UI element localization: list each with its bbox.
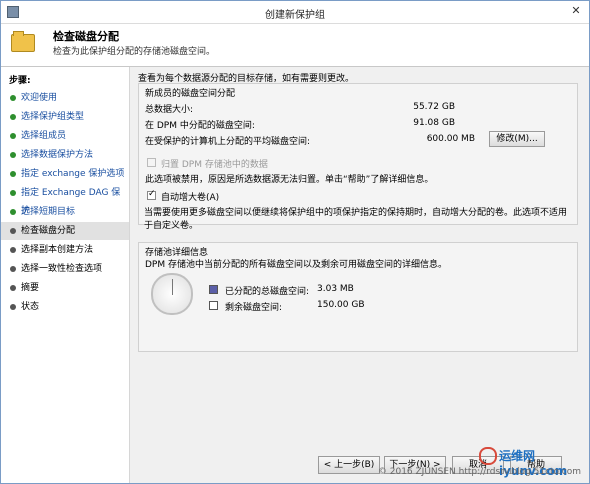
step-exchange-dag[interactable]: 指定 Exchange DAG 保护 [1, 184, 129, 216]
dpm-allocated-label: 在 DPM 中分配的磁盘空间: [145, 121, 255, 131]
step-done-icon [10, 152, 16, 158]
remaining-value: 150.00 GB [317, 300, 365, 310]
step-done-icon [10, 133, 16, 139]
step-group-type[interactable]: 选择保护组类型 [1, 108, 129, 126]
site-logo: 运维网 iyunv.com [479, 447, 569, 478]
autogrow-note: 当需要使用更多磁盘空间以便继续将保护组中的项保护指定的保持期时，自动增大分配的卷… [144, 205, 584, 231]
step-welcome[interactable]: 欢迎使用 [1, 89, 129, 107]
avg-protected-value: 600.00 MB [426, 134, 475, 144]
step-protection-method[interactable]: 选择数据保护方法 [1, 146, 129, 164]
colocate-note: 此选项被禁用，原因是所选数据源无法归置。单击“帮助”了解详细信息。 [145, 175, 434, 185]
close-icon[interactable]: ✕ [567, 3, 585, 19]
step-pending-icon [10, 266, 16, 272]
step-consistency-check: 选择一致性检查选项 [1, 260, 129, 278]
step-done-icon [10, 190, 16, 196]
page-subtitle: 检查为此保护组分配的存储池磁盘空间。 [53, 47, 216, 57]
steps-title: 步骤: [9, 76, 31, 86]
colocate-checkbox [147, 158, 156, 167]
wizard-header: 检查磁盘分配 检查为此保护组分配的存储池磁盘空间。 [1, 24, 589, 67]
allocation-group: 新成员的磁盘空间分配 总数据大小: 55.72 GB 在 DPM 中分配的磁盘空… [138, 83, 578, 225]
allocated-value: 3.03 MB [317, 284, 354, 294]
step-done-icon [10, 95, 16, 101]
total-data-label: 总数据大小: [145, 105, 194, 115]
step-pending-icon [10, 285, 16, 291]
step-short-term-goals[interactable]: 选择短期目标 [1, 203, 129, 221]
storage-pool-group: 存储池详细信息 DPM 存储池中当前分配的所有磁盘空间以及剩余可用磁盘空间的详细… [138, 242, 578, 352]
colocate-label: 归置 DPM 存储池中的数据 [161, 160, 268, 170]
step-done-icon [10, 171, 16, 177]
folder-icon [11, 31, 35, 52]
remaining-label: 剩余磁盘空间: [225, 303, 283, 313]
allocated-label: 已分配的总磁盘空间: [225, 287, 310, 297]
step-done-icon [10, 114, 16, 120]
window-title: 创建新保护组 [265, 10, 325, 21]
autogrow-checkbox[interactable] [147, 189, 156, 200]
step-group-members[interactable]: 选择组成员 [1, 127, 129, 145]
step-pending-icon [10, 304, 16, 310]
step-status: 状态 [1, 298, 129, 316]
step-done-icon [10, 209, 16, 215]
step-review-disk-allocation[interactable]: 检查磁盘分配 [1, 222, 129, 240]
step-replica-method: 选择副本创建方法 [1, 241, 129, 259]
disk-usage-gauge-icon [151, 273, 193, 315]
allocation-group-title: 新成员的磁盘空间分配 [145, 89, 236, 99]
back-button[interactable]: < 上一步(B) [318, 456, 380, 474]
modify-button[interactable]: 修改(M)... [489, 131, 545, 147]
gauge-needle [172, 279, 173, 295]
wizard-window: 创建新保护组 ✕ 检查磁盘分配 检查为此保护组分配的存储池磁盘空间。 步骤: 欢… [0, 0, 590, 484]
steps-nav: 步骤: 欢迎使用 选择保护组类型 选择组成员 选择数据保护方法 指定 excha… [1, 67, 130, 483]
step-exchange-options[interactable]: 指定 exchange 保护选项 [1, 165, 129, 183]
watermark-text: © 2016 ZJUNSEN http://rdsrv.blog.51cto.c… [377, 467, 581, 477]
remaining-swatch [209, 301, 218, 310]
step-summary: 摘要 [1, 279, 129, 297]
dpm-allocated-value: 91.08 GB [413, 118, 455, 128]
page-title: 检查磁盘分配 [53, 30, 119, 43]
autogrow-label[interactable]: 自动增大卷(A) [161, 190, 219, 203]
allocated-swatch [209, 285, 218, 294]
title-bar: 创建新保护组 ✕ [1, 1, 589, 24]
autogrow-note-line2: 于自定义卷。 [144, 221, 199, 231]
total-data-value: 55.72 GB [413, 102, 455, 112]
autogrow-note-line1: 当需要使用更多磁盘空间以便继续将保护组中的项保护指定的保持期时，自动增大分配的卷… [144, 208, 568, 218]
step-current-icon [10, 228, 16, 234]
step-pending-icon [10, 247, 16, 253]
logo-icon [479, 447, 497, 465]
content-pane: 查看为每个数据源分配的目标存储，如有需要则更改。 新成员的磁盘空间分配 总数据大… [130, 67, 589, 483]
avg-protected-label: 在受保护的计算机上分配的平均磁盘空间: [145, 137, 311, 147]
pool-description: DPM 存储池中当前分配的所有磁盘空间以及剩余可用磁盘空间的详细信息。 [145, 260, 447, 270]
